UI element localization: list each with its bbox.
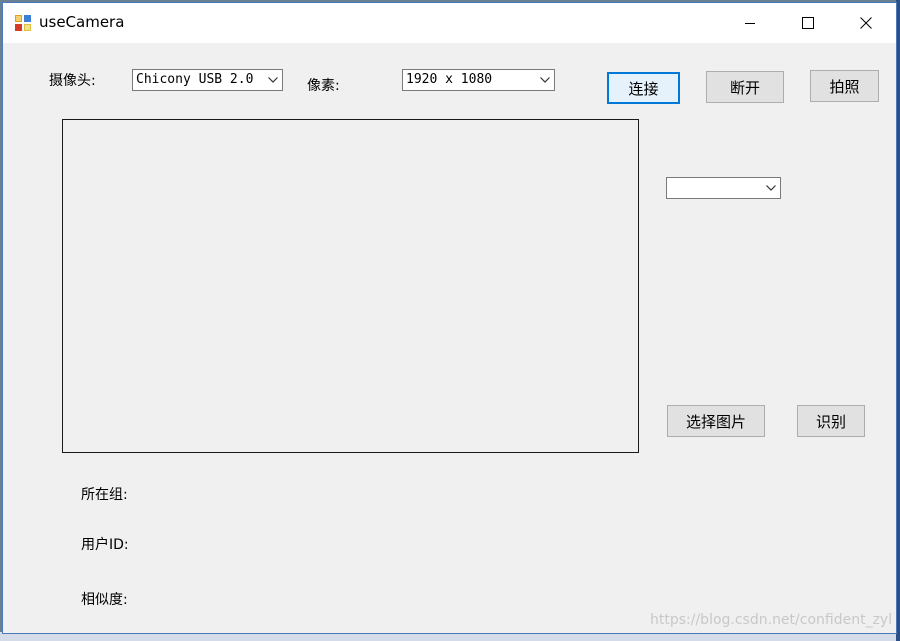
- title-bar[interactable]: useCamera: [3, 3, 896, 43]
- window-title: useCamera: [39, 13, 125, 31]
- maximize-icon: [802, 17, 814, 29]
- resolution-select-value: 1920 x 1080: [406, 72, 493, 87]
- group-select[interactable]: [666, 177, 781, 199]
- minimize-button[interactable]: [721, 3, 779, 43]
- watermark: https://blog.csdn.net/confident_zyl: [650, 612, 893, 628]
- user-id-result-label: 用户ID:: [81, 537, 129, 553]
- app-window: useCamera 摄像头: Chicony USB 2.0 像素: 1920 …: [2, 2, 897, 634]
- select-image-button[interactable]: 选择图片: [667, 405, 765, 437]
- app-window-icon: [15, 15, 31, 31]
- camera-preview: [62, 119, 639, 453]
- recognize-button[interactable]: 识别: [797, 405, 865, 437]
- close-icon: [860, 17, 872, 29]
- capture-button[interactable]: 拍照: [810, 70, 879, 102]
- chevron-down-icon[interactable]: [762, 178, 780, 198]
- minimize-icon: [744, 17, 756, 29]
- group-result-label: 所在组:: [81, 487, 128, 503]
- disconnect-button[interactable]: 断开: [706, 71, 784, 103]
- chevron-down-icon[interactable]: [264, 70, 282, 90]
- similarity-result-label: 相似度:: [81, 592, 128, 608]
- resolution-label: 像素:: [307, 78, 340, 94]
- camera-select[interactable]: Chicony USB 2.0: [132, 69, 283, 91]
- camera-select-value: Chicony USB 2.0: [136, 72, 254, 87]
- chevron-down-icon[interactable]: [536, 70, 554, 90]
- camera-label: 摄像头:: [49, 73, 96, 89]
- resolution-select[interactable]: 1920 x 1080: [402, 69, 555, 91]
- close-button[interactable]: [837, 3, 895, 43]
- connect-button[interactable]: 连接: [607, 72, 680, 104]
- maximize-button[interactable]: [779, 3, 837, 43]
